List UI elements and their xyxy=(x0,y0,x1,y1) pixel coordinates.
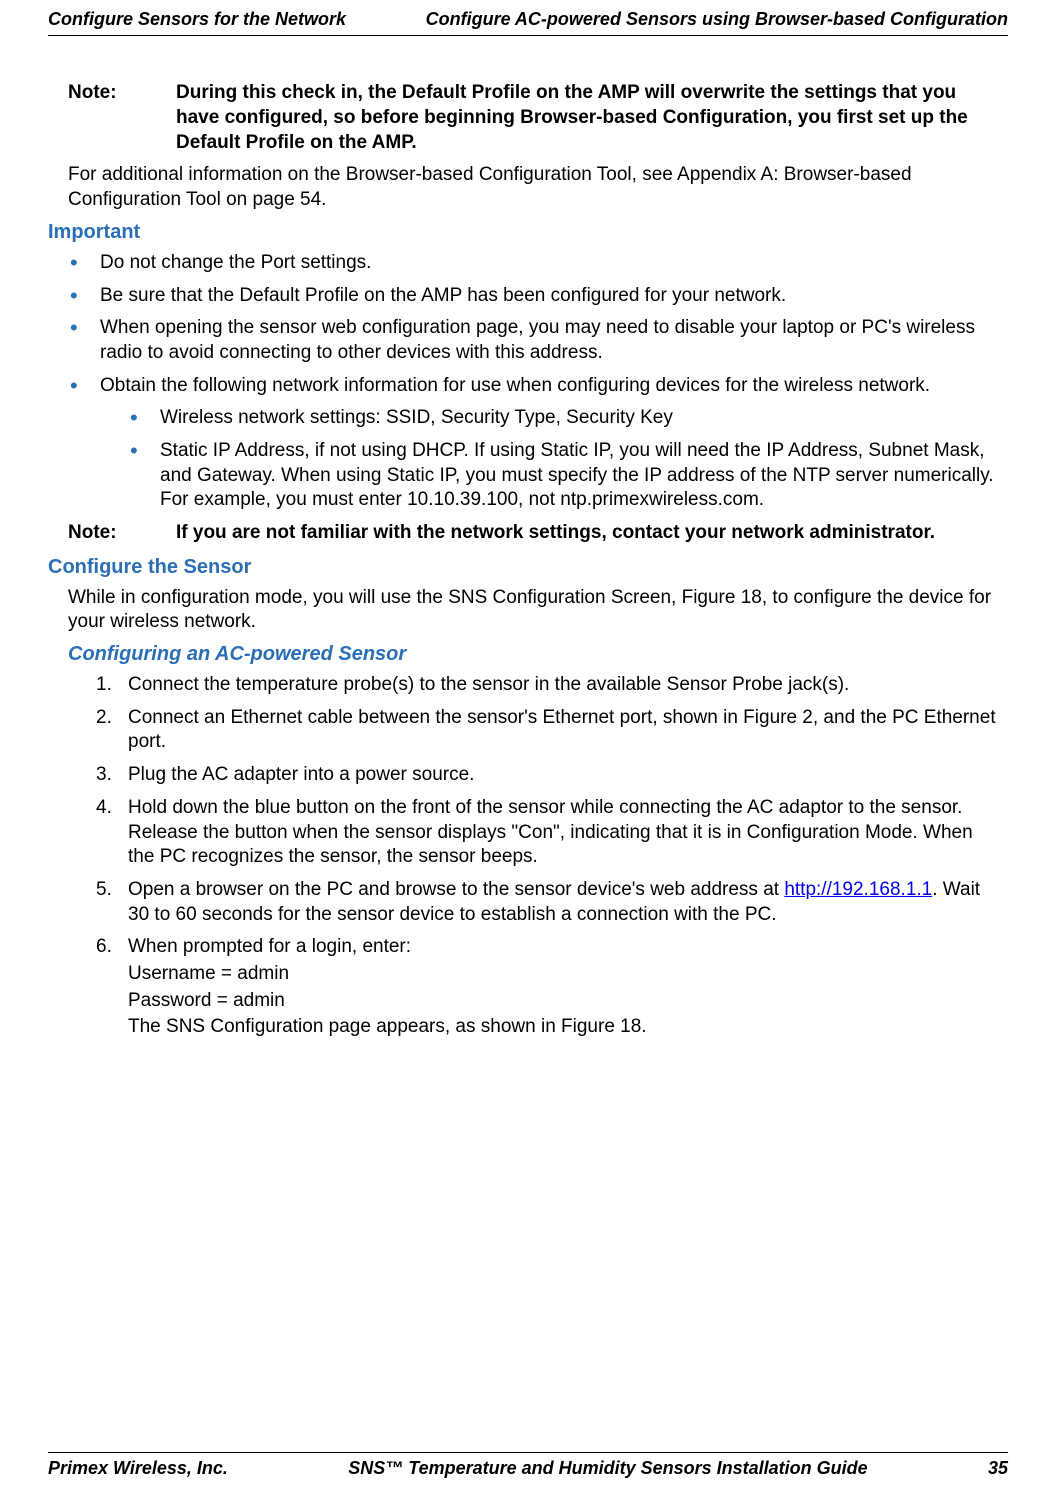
steps-list: Connect the temperature probe(s) to the … xyxy=(68,673,998,1040)
list-item: Obtain the following network information… xyxy=(100,374,998,513)
list-item: When opening the sensor web configuratio… xyxy=(100,316,998,365)
header-right: Configure AC-powered Sensors using Brows… xyxy=(426,8,1008,31)
step-item: Connect an Ethernet cable between the se… xyxy=(128,706,998,755)
step-item: When prompted for a login, enter: Userna… xyxy=(128,935,998,1040)
login-password: Password = admin xyxy=(128,989,998,1014)
bullet-text: Static IP Address, if not using DHCP. If… xyxy=(160,440,994,510)
note-label: Note: xyxy=(68,521,176,546)
footer-left: Primex Wireless, Inc. xyxy=(48,1457,228,1480)
paragraph-additional-info: For additional information on the Browse… xyxy=(68,163,998,212)
list-item: Do not change the Port settings. xyxy=(100,251,998,276)
step-text: Plug the AC adapter into a power source. xyxy=(128,764,474,785)
important-bullet-list: Do not change the Port settings. Be sure… xyxy=(68,251,998,513)
bullet-text: Obtain the following network information… xyxy=(100,375,930,396)
step-item: Plug the AC adapter into a power source. xyxy=(128,763,998,788)
page-header: Configure Sensors for the Network Config… xyxy=(48,8,1008,36)
note-text: If you are not familiar with the network… xyxy=(176,521,935,546)
important-heading: Important xyxy=(48,219,998,245)
sensor-url-link[interactable]: http://192.168.1.1 xyxy=(784,879,932,900)
step-item: Open a browser on the PC and browse to t… xyxy=(128,878,998,927)
bullet-text: Do not change the Port settings. xyxy=(100,252,371,273)
footer-center: SNS™ Temperature and Humidity Sensors In… xyxy=(348,1457,867,1480)
footer-page-number: 35 xyxy=(988,1457,1008,1480)
note-block-2: Note: If you are not familiar with the n… xyxy=(68,521,998,546)
header-left: Configure Sensors for the Network xyxy=(48,8,346,31)
login-result: The SNS Configuration page appears, as s… xyxy=(128,1015,998,1040)
step-text-pre: Open a browser on the PC and browse to t… xyxy=(128,879,784,900)
note-block-1: Note: During this check in, the Default … xyxy=(68,81,998,155)
step-text: When prompted for a login, enter: xyxy=(128,936,411,957)
list-item: Static IP Address, if not using DHCP. If… xyxy=(160,439,998,513)
step-text: Hold down the blue button on the front o… xyxy=(128,797,973,867)
list-item: Be sure that the Default Profile on the … xyxy=(100,284,998,309)
list-item: Wireless network settings: SSID, Securit… xyxy=(160,406,998,431)
login-username: Username = admin xyxy=(128,962,998,987)
bullet-text: Be sure that the Default Profile on the … xyxy=(100,285,786,306)
step-text: Connect the temperature probe(s) to the … xyxy=(128,674,849,695)
note-label: Note: xyxy=(68,81,176,155)
configure-paragraph: While in configuration mode, you will us… xyxy=(68,586,998,635)
step-item: Connect the temperature probe(s) to the … xyxy=(128,673,998,698)
step-text: Connect an Ethernet cable between the se… xyxy=(128,707,996,753)
step-item: Hold down the blue button on the front o… xyxy=(128,796,998,870)
page-footer: Primex Wireless, Inc. SNS™ Temperature a… xyxy=(48,1452,1008,1480)
configuring-ac-subheading: Configuring an AC-powered Sensor xyxy=(68,641,998,667)
configure-sensor-heading: Configure the Sensor xyxy=(48,554,998,580)
nested-bullet-list: Wireless network settings: SSID, Securit… xyxy=(100,406,998,513)
note-text: During this check in, the Default Profil… xyxy=(176,81,998,155)
bullet-text: When opening the sensor web configuratio… xyxy=(100,317,975,363)
bullet-text: Wireless network settings: SSID, Securit… xyxy=(160,407,673,428)
